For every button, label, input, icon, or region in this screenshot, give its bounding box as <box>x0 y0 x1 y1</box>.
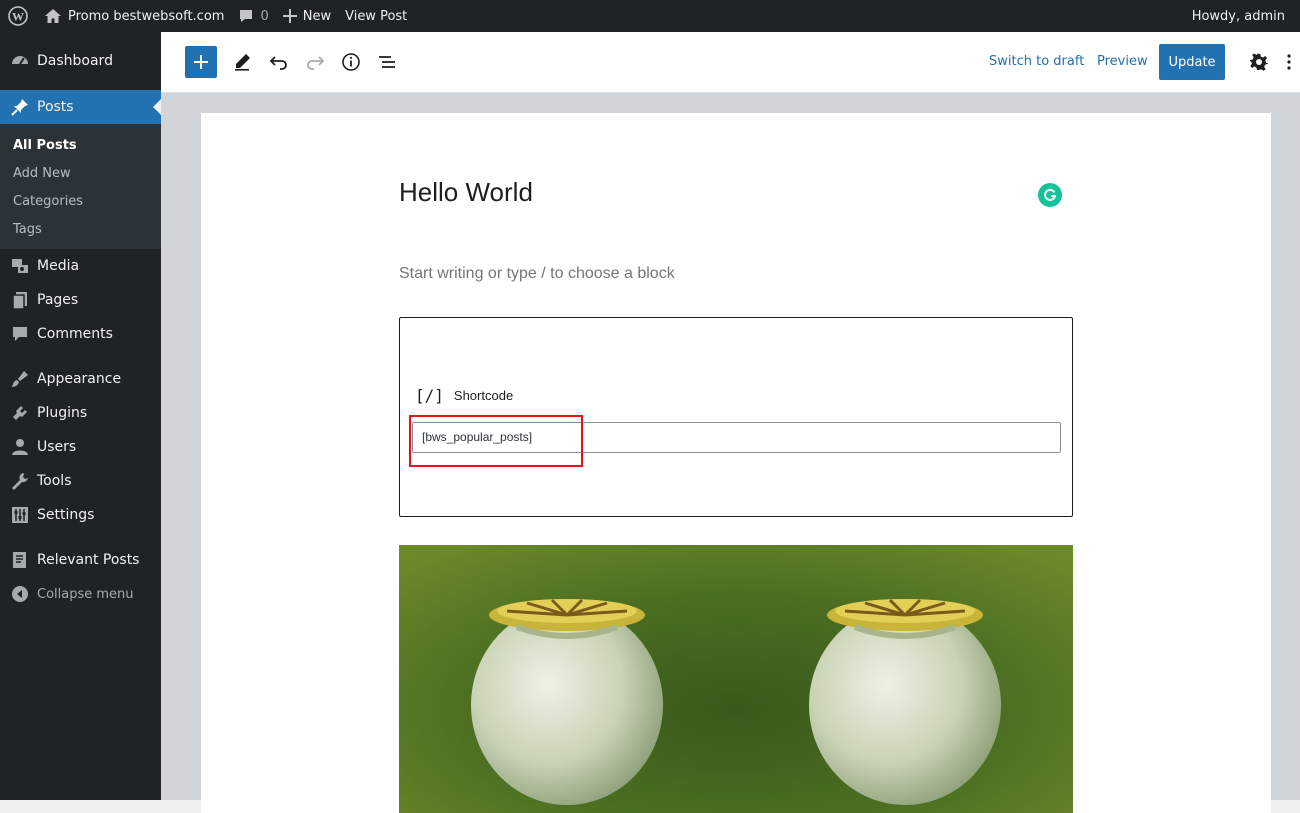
menu-dashboard[interactable]: Dashboard <box>0 32 161 90</box>
list-view-icon <box>379 56 395 68</box>
plus-icon <box>282 9 297 23</box>
annotation-highlight-box <box>409 415 583 467</box>
user-icon <box>10 437 30 457</box>
view-post-link[interactable]: View Post <box>338 0 414 32</box>
menu-users-label: Users <box>37 439 77 455</box>
redo-button[interactable] <box>299 46 331 78</box>
submenu-add-new[interactable]: Add New <box>0 159 161 187</box>
pencil-icon <box>235 54 250 71</box>
block-editor: Switch to draft Preview Update Hello Wor… <box>161 32 1300 813</box>
menu-comments-label: Comments <box>37 326 113 342</box>
block-navigation-button[interactable] <box>371 46 403 78</box>
paintbrush-icon <box>10 369 30 389</box>
more-options-button[interactable] <box>1279 46 1299 78</box>
editor-toolbar: Switch to draft Preview Update <box>161 32 1300 93</box>
media-icon <box>10 256 30 276</box>
comments-count: 0 <box>260 8 269 24</box>
menu-plugins-label: Plugins <box>37 405 88 421</box>
active-menu-arrow <box>153 99 161 115</box>
details-button[interactable] <box>335 46 367 78</box>
add-block-button[interactable] <box>185 46 217 78</box>
site-name: Promo bestwebsoft.com <box>68 8 225 24</box>
account-menu[interactable]: Howdy, admin <box>1185 0 1300 32</box>
menu-media-label: Media <box>37 258 80 274</box>
poppy-pods-image <box>399 545 1073 813</box>
plus-icon <box>194 55 208 69</box>
switch-to-draft-button[interactable]: Switch to draft <box>989 54 1084 69</box>
submenu-all-posts[interactable]: All Posts <box>0 131 161 159</box>
submenu-categories[interactable]: Categories <box>0 187 161 215</box>
view-post-label: View Post <box>345 8 408 24</box>
comments-link[interactable]: 0 <box>231 0 275 32</box>
menu-dashboard-label: Dashboard <box>37 53 113 69</box>
undo-icon <box>269 56 287 70</box>
gear-icon <box>1249 53 1268 71</box>
site-name-link[interactable]: Promo bestwebsoft.com <box>36 0 231 32</box>
menu-appearance[interactable]: Appearance <box>0 362 161 396</box>
collapse-arrow-icon <box>10 584 30 604</box>
edit-tools-button[interactable] <box>226 46 258 78</box>
menu-appearance-label: Appearance <box>37 371 122 387</box>
collapse-menu-button[interactable]: Collapse menu <box>0 577 161 611</box>
menu-tools[interactable]: Tools <box>0 464 161 498</box>
preview-button[interactable]: Preview <box>1097 54 1148 69</box>
info-icon <box>342 53 360 71</box>
menu-separator <box>0 532 161 543</box>
block-appender-placeholder[interactable]: Start writing or type / to choose a bloc… <box>399 265 675 283</box>
shortcode-label-text: Shortcode <box>453 388 514 403</box>
shortcode-icon: [/] <box>415 386 444 405</box>
grammarly-icon[interactable] <box>1038 183 1062 207</box>
menu-posts[interactable]: Posts <box>0 90 161 124</box>
menu-media[interactable]: Media <box>0 249 161 283</box>
pages-icon <box>10 290 30 310</box>
pushpin-icon <box>10 97 30 117</box>
comments-icon <box>10 324 30 344</box>
howdy-label: Howdy, admin <box>1191 8 1285 24</box>
shortcode-block-label: [/] Shortcode <box>415 386 513 405</box>
redo-icon <box>307 56 325 70</box>
menu-relevant-posts[interactable]: Relevant Posts <box>0 543 161 577</box>
menu-plugins[interactable]: Plugins <box>0 396 161 430</box>
comment-bubble-icon <box>240 10 253 22</box>
collapse-menu-label: Collapse menu <box>37 586 134 602</box>
menu-relevant-posts-label: Relevant Posts <box>37 552 140 568</box>
home-icon <box>45 9 61 23</box>
settings-sliders-icon <box>10 505 30 525</box>
menu-separator <box>0 351 161 362</box>
post-title[interactable]: Hello World <box>399 177 533 208</box>
menu-posts-label: Posts <box>37 99 74 115</box>
relevant-posts-icon <box>10 550 30 570</box>
undo-button[interactable] <box>263 46 295 78</box>
settings-button[interactable] <box>1243 46 1275 78</box>
submenu-tags[interactable]: Tags <box>0 215 161 243</box>
editor-canvas: Hello World Start writing or type / to c… <box>201 113 1271 813</box>
update-button[interactable]: Update <box>1159 44 1225 80</box>
menu-settings-label: Settings <box>37 507 95 523</box>
menu-pages-label: Pages <box>37 292 79 308</box>
plugin-icon <box>10 403 30 423</box>
wrench-icon <box>10 471 30 491</box>
menu-comments[interactable]: Comments <box>0 317 161 351</box>
menu-users[interactable]: Users <box>0 430 161 464</box>
image-block[interactable] <box>399 545 1073 813</box>
svg-text:W: W <box>12 10 24 24</box>
wordpress-logo-icon[interactable]: W <box>0 0 36 32</box>
menu-pages[interactable]: Pages <box>0 283 161 317</box>
shortcode-block[interactable]: [/] Shortcode [bws_popular_posts] <box>399 317 1073 517</box>
dashboard-gauge-icon <box>10 51 30 71</box>
vertical-ellipsis-icon <box>1287 54 1291 70</box>
admin-bar: W Promo bestwebsoft.com 0 New View Post … <box>0 0 1300 32</box>
menu-tools-label: Tools <box>37 473 72 489</box>
new-label: New <box>302 8 332 24</box>
admin-sidebar: Dashboard Posts All Posts Add New Catego… <box>0 32 161 800</box>
editor-canvas-area: Hello World Start writing or type / to c… <box>161 93 1300 813</box>
menu-settings[interactable]: Settings <box>0 498 161 532</box>
posts-submenu: All Posts Add New Categories Tags <box>0 124 161 249</box>
new-content-link[interactable]: New <box>276 0 338 32</box>
